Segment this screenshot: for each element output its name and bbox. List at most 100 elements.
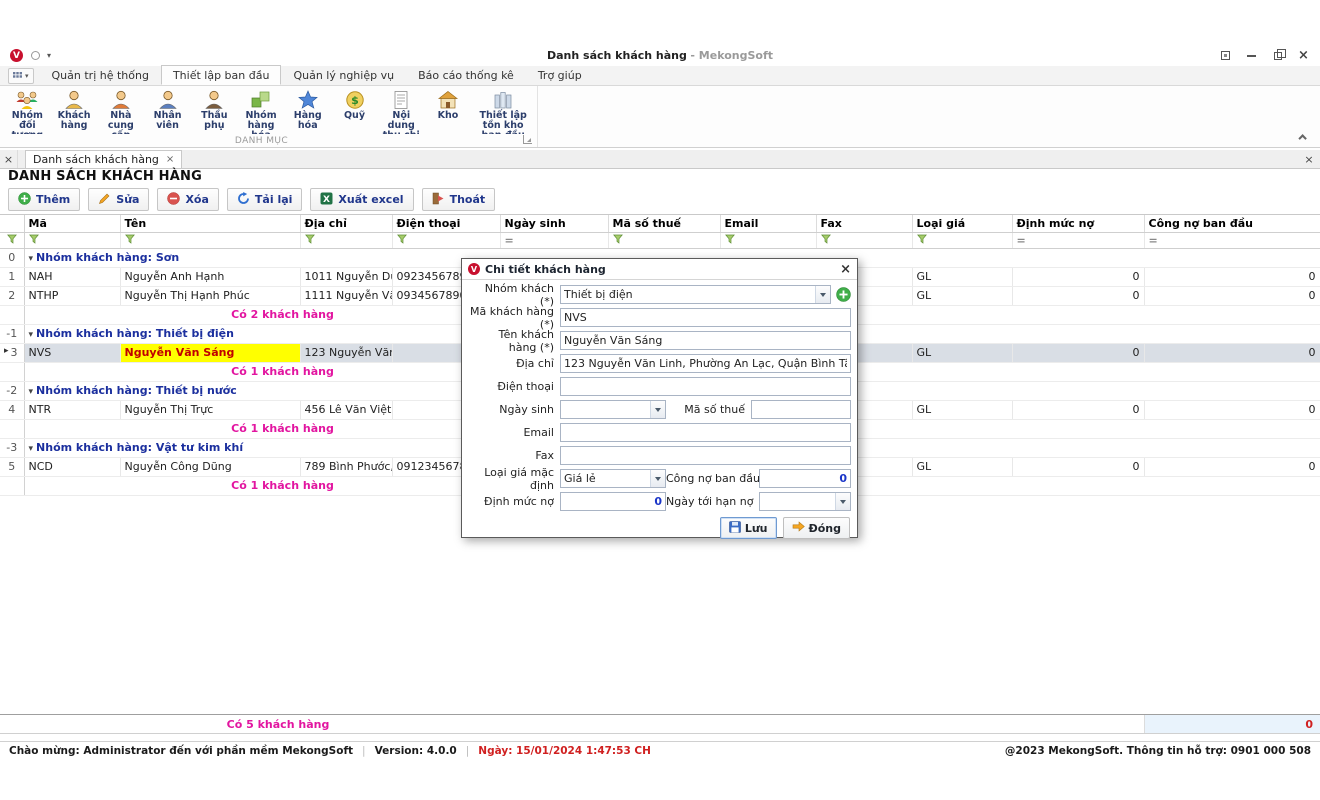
grid-cell[interactable]: Nguyễn Thị Trực <box>120 400 300 419</box>
group-expand-icon[interactable]: ▾ <box>29 254 34 264</box>
ribbon-tab-help[interactable]: Trợ giúp <box>526 65 594 85</box>
filter-cell[interactable] <box>816 232 912 248</box>
filter-cell[interactable]: = <box>500 232 608 248</box>
grid-cell[interactable]: 0 <box>1012 457 1144 476</box>
grid-cell[interactable]: GL <box>912 267 1012 286</box>
grid-cell[interactable]: 0 <box>1144 267 1320 286</box>
column-header[interactable]: Loại giá <box>912 215 1012 232</box>
column-header[interactable]: Định mức nợ <box>1012 215 1144 232</box>
grid-cell[interactable]: 0 <box>1012 343 1144 362</box>
chevron-down-icon[interactable] <box>835 493 850 510</box>
grid-cell[interactable]: 789 Bình Phước, ... <box>300 457 392 476</box>
fullscreen-icon[interactable] <box>1219 49 1232 62</box>
column-header[interactable]: Ngày sinh <box>500 215 608 232</box>
grid-cell[interactable]: 123 Nguyễn Văn ... <box>300 343 392 362</box>
grid-cell[interactable]: 0 <box>1144 457 1320 476</box>
ribbon-tab-system[interactable]: Quản trị hệ thống <box>40 65 161 85</box>
birthday-select[interactable] <box>560 400 666 419</box>
column-header[interactable]: Tên <box>120 215 300 232</box>
chevron-down-icon[interactable] <box>650 401 665 418</box>
grid-cell[interactable]: 456 Lê Văn Việt, P... <box>300 400 392 419</box>
ribbon-item-6[interactable]: Hàng hóa <box>284 88 331 134</box>
dialog-titlebar[interactable]: V Chi tiết khách hàng × <box>462 259 857 280</box>
tab-close-icon[interactable]: × <box>166 154 174 165</box>
group-expand-icon[interactable]: ▾ <box>29 387 34 397</box>
ribbon-item-4[interactable]: Thầu phụ <box>191 88 238 134</box>
grid-cell[interactable]: GL <box>912 400 1012 419</box>
column-header[interactable]: Mã số thuế <box>608 215 720 232</box>
group-dialog-launcher-icon[interactable] <box>523 135 532 144</box>
grid-cell[interactable]: 0 <box>1144 400 1320 419</box>
quick-access-dropdown-icon[interactable]: ▾ <box>47 51 51 60</box>
ribbon-item-8[interactable]: Nội dung thu chi <box>378 88 425 134</box>
restore-icon[interactable] <box>1271 49 1284 62</box>
grid-cell[interactable]: 1111 Nguyễn Văn... <box>300 286 392 305</box>
filter-cell[interactable] <box>912 232 1012 248</box>
grid-cell[interactable]: GL <box>912 286 1012 305</box>
delete-button[interactable]: Xóa <box>157 188 218 211</box>
grid-cell[interactable]: NTHP <box>24 286 120 305</box>
ribbon-tab-initial-setup[interactable]: Thiết lập ban đầu <box>161 65 282 85</box>
column-header[interactable]: Công nợ ban đầu <box>1144 215 1320 232</box>
dialog-close-icon[interactable]: × <box>840 262 851 277</box>
customer-group-select[interactable]: Thiết bị điện <box>560 285 831 304</box>
save-button[interactable]: Lưu <box>720 517 777 539</box>
close-dialog-button[interactable]: Đóng <box>783 517 850 539</box>
column-header[interactable]: Mã <box>24 215 120 232</box>
grid-cell[interactable]: NVS <box>24 343 120 362</box>
ribbon-item-1[interactable]: Khách hàng <box>51 88 98 134</box>
close-icon[interactable]: × <box>1297 49 1310 62</box>
debt-due-date-select[interactable] <box>759 492 851 511</box>
add-button[interactable]: Thêm <box>8 188 80 211</box>
column-header[interactable]: Địa chỉ <box>300 215 392 232</box>
filter-cell[interactable] <box>720 232 816 248</box>
add-group-button[interactable] <box>835 287 851 303</box>
grid-cell[interactable]: NAH <box>24 267 120 286</box>
export-excel-button[interactable]: X Xuất excel <box>310 188 413 211</box>
column-header[interactable]: Email <box>720 215 816 232</box>
grid-cell[interactable]: 0 <box>1144 343 1320 362</box>
ribbon-item-0[interactable]: Nhóm đối tượng <box>4 88 51 134</box>
ribbon-item-10[interactable]: Thiết lập tồn kho ban đầu <box>471 88 535 134</box>
grid-cell[interactable]: Nguyễn Anh Hạnh <box>120 267 300 286</box>
email-input[interactable] <box>560 423 851 442</box>
customer-name-input[interactable] <box>560 331 851 350</box>
address-input[interactable] <box>560 354 851 373</box>
grid-cell[interactable]: Nguyễn Công Dũng <box>120 457 300 476</box>
ribbon-collapse-button[interactable] <box>1298 132 1310 142</box>
filter-cell[interactable] <box>392 232 500 248</box>
grid-cell[interactable]: GL <box>912 343 1012 362</box>
edit-button[interactable]: Sửa <box>88 188 149 211</box>
ribbon-item-3[interactable]: Nhân viên <box>144 88 191 134</box>
tab-customer-list[interactable]: Danh sách khách hàng × <box>25 150 182 168</box>
grid-cell[interactable]: Nguyễn Thị Hạnh Phúc <box>120 286 300 305</box>
column-header[interactable]: Điện thoại <box>392 215 500 232</box>
exit-button[interactable]: Thoát <box>422 188 496 211</box>
filter-cell[interactable] <box>120 232 300 248</box>
ribbon-item-9[interactable]: Kho <box>425 88 472 134</box>
filter-cell[interactable] <box>24 232 120 248</box>
opening-debt-input[interactable] <box>759 469 851 488</box>
group-expand-icon[interactable]: ▾ <box>29 444 34 454</box>
chevron-down-icon[interactable] <box>650 470 665 487</box>
grid-cell[interactable]: 0 <box>1012 400 1144 419</box>
reload-button[interactable]: Tải lại <box>227 188 303 211</box>
ribbon-item-7[interactable]: $Quỹ <box>331 88 378 134</box>
ribbon-item-2[interactable]: Nhà cung cấp <box>97 88 144 134</box>
grid-cell[interactable]: 1011 Nguyễn Du... <box>300 267 392 286</box>
grid-cell[interactable]: 0 <box>1012 267 1144 286</box>
quick-access-icon[interactable] <box>31 51 40 60</box>
grid-cell[interactable]: 0 <box>1012 286 1144 305</box>
debt-limit-input[interactable] <box>560 492 666 511</box>
app-menu-button[interactable]: ▾ <box>8 68 34 84</box>
filter-cell[interactable]: = <box>1144 232 1320 248</box>
fax-input[interactable] <box>560 446 851 465</box>
ribbon-tab-operations[interactable]: Quản lý nghiệp vụ <box>281 65 406 85</box>
grid-cell[interactable]: Nguyễn Văn Sáng <box>120 343 300 362</box>
column-header[interactable]: Fax <box>816 215 912 232</box>
ribbon-item-5[interactable]: Nhóm hàng hóa <box>238 88 285 134</box>
chevron-down-icon[interactable] <box>815 286 830 303</box>
grid-cell[interactable]: NTR <box>24 400 120 419</box>
filter-cell[interactable]: = <box>1012 232 1144 248</box>
ribbon-tab-reports[interactable]: Báo cáo thống kê <box>406 65 526 85</box>
